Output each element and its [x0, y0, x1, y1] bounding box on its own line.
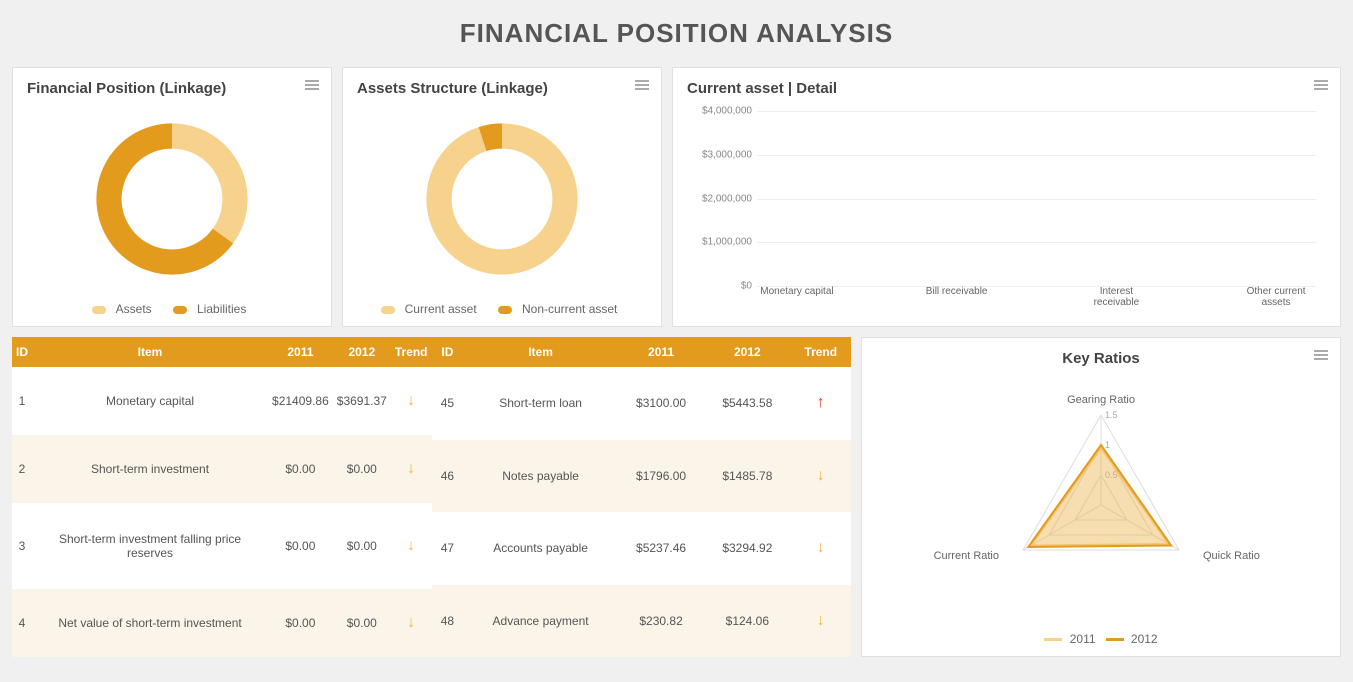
cell: $0.00 [268, 435, 333, 503]
table-row[interactable]: 47Accounts payable$5237.46$3294.92 ↓ [432, 512, 852, 585]
cell: Accounts payable [463, 512, 618, 585]
table-row[interactable]: 48Advance payment$230.82$124.06 ↓ [432, 585, 852, 658]
cell: Short-term investment [32, 435, 268, 503]
x-tick-label [837, 286, 917, 308]
cell: $1796.00 [618, 440, 704, 513]
y-tick-label: $1,000,000 [687, 237, 752, 248]
x-tick-label [997, 286, 1077, 308]
assets-structure-donut [412, 109, 592, 289]
arrow-down-icon: ↓ [817, 539, 825, 556]
cell: $0.00 [333, 589, 391, 657]
cell: Advance payment [463, 585, 618, 658]
cell: $124.06 [704, 585, 790, 658]
menu-icon[interactable] [635, 78, 649, 92]
table-row[interactable]: 45Short-term loan$3100.00$5443.58 ↑ [432, 367, 852, 440]
col-header: Item [32, 337, 268, 367]
x-tick-label: Interest receivable [1076, 286, 1156, 308]
x-tick-label [1156, 286, 1236, 308]
arrow-down-icon: ↓ [407, 460, 415, 477]
cell: 3 [12, 503, 32, 589]
cell: Short-term loan [463, 367, 618, 440]
cell: Net value of short-term investment [32, 589, 268, 657]
data-table-left: IDItem20112012Trend 1Monetary capital$21… [12, 337, 432, 657]
cell: $0.00 [268, 503, 333, 589]
table-row[interactable]: 46Notes payable$1796.00$1485.78 ↓ [432, 440, 852, 513]
key-ratios-radar: 0.511.5Gearing RatioQuick RatioCurrent R… [911, 380, 1291, 620]
cell: $3100.00 [618, 367, 704, 440]
cell: $3294.92 [704, 512, 790, 585]
current-asset-bar-chart: Monetary capital Bill receivable Interest … [687, 101, 1326, 316]
svg-text:1: 1 [1105, 440, 1110, 450]
card-title: Current asset | Detail [687, 80, 1326, 97]
table-row[interactable]: 3Short-term investment falling price res… [12, 503, 432, 589]
assets-structure-card: Assets Structure (Linkage) Current asset… [342, 67, 662, 327]
arrow-down-icon: ↓ [817, 467, 825, 484]
col-header: ID [432, 337, 464, 367]
financial-position-card: Financial Position (Linkage) Assets Liab… [12, 67, 332, 327]
y-tick-label: $0 [687, 281, 752, 292]
arrow-down-icon: ↓ [407, 392, 415, 409]
data-table-right: IDItem20112012Trend 45Short-term loan$31… [432, 337, 852, 657]
radar-axis-label: Current Ratio [934, 550, 999, 562]
arrow-down-icon: ↓ [407, 614, 415, 631]
cell: $0.00 [333, 503, 391, 589]
cell: Short-term investment falling price rese… [32, 503, 268, 589]
x-tick-label: Bill receivable [917, 286, 997, 308]
cell: 48 [432, 585, 464, 658]
cell: Notes payable [463, 440, 618, 513]
financial-position-donut [82, 109, 262, 289]
cell: 1 [12, 367, 32, 435]
cell: 47 [432, 512, 464, 585]
y-tick-label: $4,000,000 [687, 106, 752, 117]
cell: $5443.58 [704, 367, 790, 440]
cell: $21409.86 [268, 367, 333, 435]
col-header: 2012 [333, 337, 391, 367]
card-title: Key Ratios [876, 350, 1326, 367]
x-tick-label: Monetary capital [757, 286, 837, 308]
col-header: 2012 [704, 337, 790, 367]
table-row[interactable]: 2Short-term investment$0.00$0.00↓ [12, 435, 432, 503]
radar-axis-label: Quick Ratio [1203, 550, 1260, 562]
cell: Monetary capital [32, 367, 268, 435]
radar-axis-label: Gearing Ratio [1067, 394, 1135, 406]
x-tick-label: Other current assets [1236, 286, 1316, 308]
cell: 45 [432, 367, 464, 440]
cell: 4 [12, 589, 32, 657]
cell: 2 [12, 435, 32, 503]
col-header: ID [12, 337, 32, 367]
card-title: Assets Structure (Linkage) [357, 80, 647, 97]
y-tick-label: $2,000,000 [687, 193, 752, 204]
col-header: 2011 [618, 337, 704, 367]
arrow-down-icon: ↓ [407, 537, 415, 554]
page-title: FINANCIAL POSITION ANALYSIS [12, 18, 1341, 49]
cell: $0.00 [268, 589, 333, 657]
menu-icon[interactable] [305, 78, 319, 92]
arrow-up-icon: ↑ [817, 394, 825, 411]
table-row[interactable]: 1Monetary capital$21409.86$3691.37 ↓ [12, 367, 432, 435]
col-header: Trend [791, 337, 852, 367]
col-header: 2011 [268, 337, 333, 367]
table-row[interactable]: 4Net value of short-term investment$0.00… [12, 589, 432, 657]
arrow-down-icon: ↓ [817, 612, 825, 629]
cell: 46 [432, 440, 464, 513]
col-header: Item [463, 337, 618, 367]
cell: $0.00 [333, 435, 391, 503]
cell: $230.82 [618, 585, 704, 658]
cell: $5237.46 [618, 512, 704, 585]
cell: $1485.78 [704, 440, 790, 513]
svg-text:1.5: 1.5 [1105, 410, 1118, 420]
key-ratios-card: Key Ratios 0.511.5Gearing RatioQuick Rat… [861, 337, 1341, 657]
current-asset-detail-card: Current asset | Detail Monetary capital B… [672, 67, 1341, 327]
menu-icon[interactable] [1314, 348, 1328, 362]
col-header: Trend [391, 337, 432, 367]
legend: Assets Liabilities [27, 302, 317, 316]
y-tick-label: $3,000,000 [687, 149, 752, 160]
cell: $3691.37 [333, 367, 391, 435]
legend: 2011 2012 [876, 632, 1326, 646]
card-title: Financial Position (Linkage) [27, 80, 317, 97]
legend: Current asset Non-current asset [357, 302, 647, 316]
menu-icon[interactable] [1314, 78, 1328, 92]
